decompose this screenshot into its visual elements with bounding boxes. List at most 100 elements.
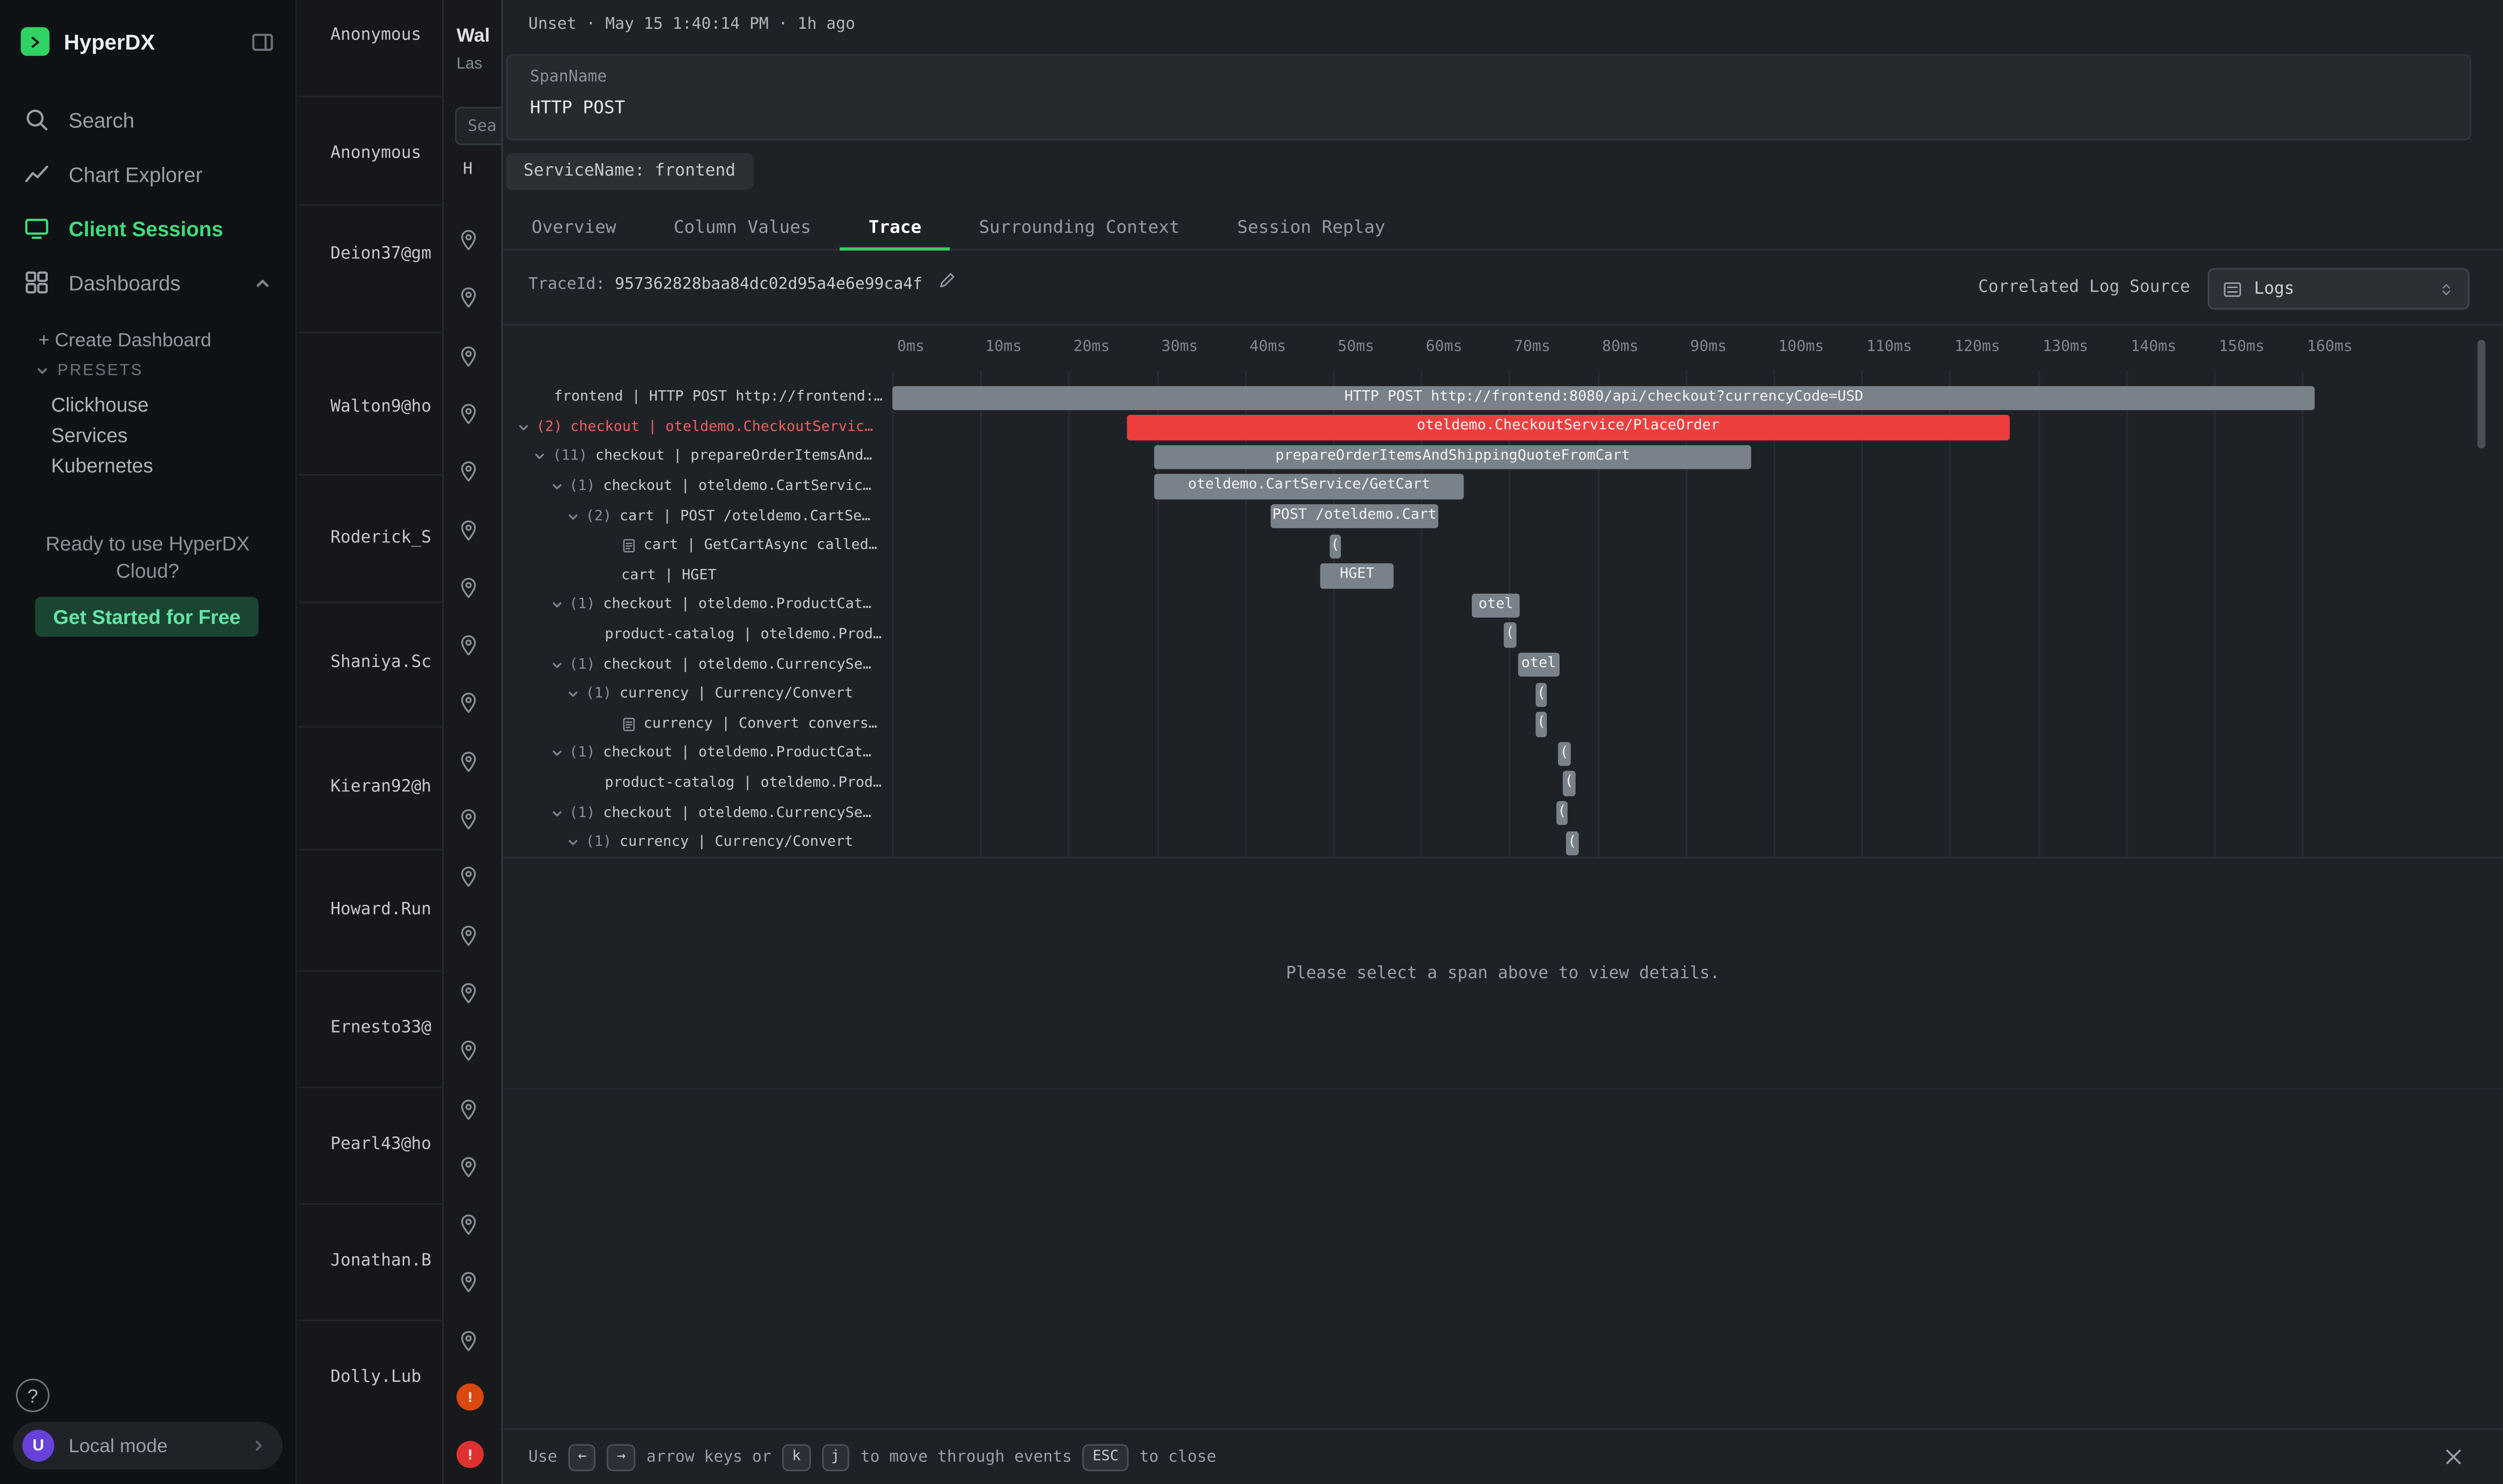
trace-span-row[interactable]: (1)checkout | oteldemo.ProductCat… [503, 739, 892, 769]
waterfall-scrollbar[interactable] [2477, 340, 2486, 448]
trace-span-row[interactable]: (1)checkout | oteldemo.CurrencySe… [503, 798, 892, 828]
child-count: (1) [569, 479, 595, 495]
trace-id-value: 957362828baa84dc02d95a4e6e99ca4f [615, 276, 922, 294]
chevron-up-icon [254, 274, 271, 291]
tab-session-replay[interactable]: Session Replay [1208, 206, 1414, 251]
trace-span-row[interactable]: (2)checkout | oteldemo.CheckoutServic… [503, 413, 892, 443]
key-k: k [783, 1443, 810, 1471]
trace-span-bar[interactable]: ( [1558, 741, 1571, 766]
event-pin-icon[interactable] [457, 692, 481, 716]
trace-span-bar[interactable]: HGET [1320, 563, 1393, 588]
get-started-button[interactable]: Get Started for Free [35, 597, 258, 637]
key-j: j [822, 1443, 849, 1471]
client-sessions-icon [24, 216, 50, 241]
trace-span-bar[interactable]: prepareOrderItemsAndShippingQuoteFromCar… [1154, 445, 1751, 469]
sidebar-item-clickhouse[interactable]: Clickhouse [0, 391, 295, 421]
chevron-down-icon[interactable] [566, 836, 579, 849]
event-pin-icon[interactable] [457, 750, 481, 774]
chevron-down-icon[interactable] [534, 451, 546, 464]
chevron-down-icon[interactable] [517, 421, 530, 434]
trace-span-row[interactable]: product-catalog | oteldemo.Prod… [503, 769, 892, 798]
tab-surrounding-context[interactable]: Surrounding Context [950, 206, 1208, 251]
trace-span-bar[interactable]: POST /oteldemo.Cart [1271, 504, 1439, 529]
chevron-right-icon [251, 1438, 267, 1454]
trace-span-row[interactable]: (1)currency | Currency/Convert [503, 828, 892, 857]
log-source-select[interactable]: Logs [2208, 268, 2470, 310]
session-alert-icon[interactable] [457, 1440, 484, 1468]
trace-span-row[interactable]: (2)cart | POST /oteldemo.CartSe… [503, 502, 892, 531]
span-label: checkout | oteldemo.ProductCat… [603, 598, 871, 614]
trace-span-row[interactable]: (11)checkout | prepareOrderItemsAnd… [503, 442, 892, 472]
nav-label: Search [69, 108, 135, 132]
event-pin-icon[interactable] [457, 402, 481, 426]
trace-span-bar[interactable]: ( [1330, 534, 1341, 558]
sidebar-collapse-icon[interactable] [251, 29, 275, 53]
trace-span-row[interactable]: cart | HGET [503, 561, 892, 591]
event-pin-icon[interactable] [457, 1097, 481, 1121]
help-button[interactable]: ? [16, 1379, 49, 1412]
chevron-down-icon[interactable] [550, 481, 563, 493]
session-alert-icon[interactable] [457, 1383, 484, 1410]
trace-span-bar[interactable]: ( [1535, 682, 1547, 707]
service-name-chip[interactable]: ServiceName: frontend [506, 153, 753, 189]
chevron-down-icon[interactable] [550, 658, 563, 671]
sidebar-item-kubernetes[interactable]: Kubernetes [0, 451, 295, 482]
create-dashboard-button[interactable]: + Create Dashboard [39, 329, 212, 351]
event-pin-icon[interactable] [457, 634, 481, 658]
event-pin-icon[interactable] [457, 228, 481, 252]
event-pin-icon[interactable] [457, 807, 481, 831]
event-pin-icon[interactable] [457, 1039, 481, 1063]
presets-section-toggle[interactable]: PRESETS [35, 362, 143, 379]
events-search-input[interactable] [455, 107, 501, 145]
chevron-down-icon[interactable] [550, 807, 563, 820]
tab-column-values[interactable]: Column Values [645, 206, 840, 251]
trace-span-row[interactable]: frontend | HTTP POST http://frontend:… [503, 383, 892, 413]
event-pin-icon[interactable] [457, 865, 481, 889]
sidebar-item-chart-explorer[interactable]: Chart Explorer [0, 147, 295, 201]
event-pin-icon[interactable] [457, 981, 481, 1005]
close-icon[interactable] [2442, 1445, 2465, 1468]
tab-trace[interactable]: Trace [840, 206, 950, 251]
event-pin-icon[interactable] [457, 286, 481, 310]
trace-span-bar[interactable]: otel [1518, 653, 1560, 677]
correlated-log-source-label: Correlated Log Source [1978, 278, 2190, 297]
event-pin-icon[interactable] [457, 460, 481, 484]
trace-span-row[interactable]: (1)currency | Currency/Convert [503, 680, 892, 710]
trace-span-bar[interactable]: ( [1535, 712, 1547, 736]
trace-span-bar[interactable]: oteldemo.CartService/GetCart [1154, 474, 1464, 499]
local-mode-menu[interactable]: U Local mode [13, 1422, 282, 1470]
tab-overview[interactable]: Overview [503, 206, 645, 251]
event-pin-icon[interactable] [457, 344, 481, 368]
edit-icon[interactable] [937, 270, 958, 290]
chevron-down-icon[interactable] [566, 688, 579, 701]
event-pin-icon[interactable] [457, 518, 481, 542]
trace-span-row[interactable]: product-catalog | oteldemo.Prod… [503, 620, 892, 650]
event-pin-icon[interactable] [457, 1271, 481, 1295]
trace-span-bar[interactable]: ( [1563, 771, 1575, 796]
sidebar-item-search[interactable]: Search [0, 92, 295, 147]
trace-span-bar[interactable]: otel [1472, 593, 1520, 618]
chevron-down-icon[interactable] [550, 599, 563, 612]
event-pin-icon[interactable] [457, 1329, 481, 1353]
trace-span-row[interactable]: (1)checkout | oteldemo.CartServic… [503, 472, 892, 502]
chevron-down-icon[interactable] [550, 748, 563, 760]
trace-span-bar[interactable]: ( [1557, 801, 1567, 826]
sidebar-item-services[interactable]: Services [0, 421, 295, 451]
presets-label: PRESETS [58, 362, 143, 379]
sidebar-item-dashboards[interactable]: Dashboards [0, 255, 295, 310]
event-pin-icon[interactable] [457, 1155, 481, 1179]
chevron-down-icon[interactable] [566, 510, 579, 523]
event-pin-icon[interactable] [457, 1213, 481, 1237]
trace-span-row[interactable]: cart | GetCartAsync called… [503, 531, 892, 561]
trace-span-row[interactable]: currency | Convert convers… [503, 710, 892, 739]
trace-span-bar[interactable]: oteldemo.CheckoutService/PlaceOrder [1127, 415, 2009, 440]
trace-span-row[interactable]: (1)checkout | oteldemo.CurrencySe… [503, 650, 892, 680]
event-pin-icon[interactable] [457, 576, 481, 600]
event-pin-icon[interactable] [457, 923, 481, 947]
trace-span-bar[interactable]: ( [1565, 830, 1579, 855]
sidebar-item-client-sessions[interactable]: Client Sessions [0, 201, 295, 256]
trace-span-row[interactable]: (1)checkout | oteldemo.ProductCat… [503, 591, 892, 620]
trace-span-bar[interactable]: ( [1504, 623, 1516, 648]
trace-span-bar[interactable]: HTTP POST http://frontend:8080/api/check… [893, 385, 2316, 410]
session-title: Wal [457, 24, 490, 47]
